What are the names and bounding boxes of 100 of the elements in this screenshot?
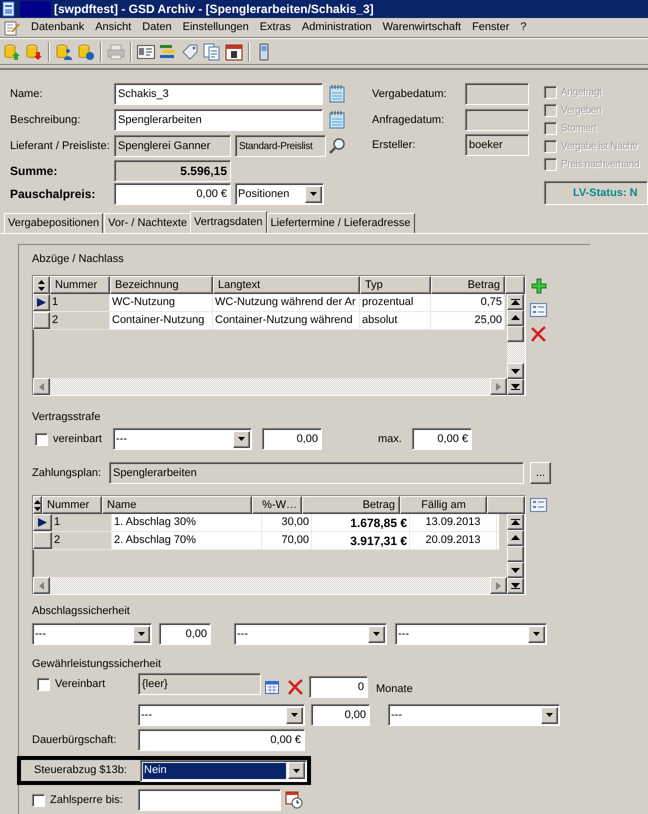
table-cell: 13.09.2013 xyxy=(410,514,497,531)
section-title: Abzüge / Nachlass xyxy=(32,253,124,265)
menu-item[interactable]: Ansicht xyxy=(95,19,132,36)
field-label: Dauerbürgschaft: xyxy=(32,732,118,748)
security-field[interactable]: 0,00 xyxy=(159,623,211,645)
scroll-top-button[interactable] xyxy=(507,294,524,310)
column-header[interactable]: Typ xyxy=(360,276,431,294)
date-field[interactable] xyxy=(465,109,529,131)
table-cell: 0,75 xyxy=(431,294,505,311)
security-type-dropdown[interactable]: --- xyxy=(32,623,152,645)
tax-deduction-dropdown[interactable]: Nein xyxy=(140,760,307,782)
column-header[interactable]: Betrag xyxy=(431,276,505,294)
guarantee-field[interactable]: 0,00 € xyxy=(138,729,305,751)
table-cell: absolut xyxy=(360,312,431,329)
checkbox[interactable] xyxy=(37,678,50,691)
column-header[interactable]: Bezeichnung xyxy=(110,276,213,294)
mode-dropdown[interactable]: Positionen xyxy=(235,183,324,205)
max-field[interactable]: 0,00 € xyxy=(412,428,472,450)
months-field[interactable]: 0 xyxy=(309,676,368,698)
status-box: LV-Status: N xyxy=(544,181,648,205)
add-icon[interactable] xyxy=(530,278,546,294)
column-header[interactable]: Nummer xyxy=(50,276,110,294)
column-header[interactable]: Nummer xyxy=(42,496,102,514)
menu-item[interactable]: Einstellungen xyxy=(182,19,249,36)
field-label: Monate xyxy=(376,682,413,697)
description-field[interactable]: Spenglerarbeiten xyxy=(114,109,323,131)
checkbox[interactable] xyxy=(35,432,48,446)
scrollbar[interactable] xyxy=(507,514,525,594)
sum-field[interactable]: 5.596,15 xyxy=(114,160,231,182)
table-cell: 1. Abschlag 30% xyxy=(112,514,262,531)
name-field[interactable]: Schakis_3 xyxy=(114,83,323,105)
scroll-up-button[interactable] xyxy=(507,530,524,546)
browse-button[interactable]: ... xyxy=(530,462,551,484)
table-cell: 2 xyxy=(50,312,110,329)
penalty-type-dropdown[interactable]: --- xyxy=(113,428,252,450)
list-icon[interactable] xyxy=(530,498,547,512)
scroll-up-button[interactable] xyxy=(507,310,524,326)
table-cell: Container-Nutzung während xyxy=(213,312,360,329)
field-label: Zahlungsplan: xyxy=(32,466,102,481)
column-header[interactable]: Fällig am xyxy=(400,496,487,514)
field-label: Lieferant / Preisliste: xyxy=(9,138,111,154)
block-date-field[interactable] xyxy=(138,789,281,811)
scroll-down-button[interactable] xyxy=(507,363,524,379)
checkbox[interactable] xyxy=(32,794,45,806)
warranty-dropdown[interactable]: --- xyxy=(388,704,560,726)
scroll-thumb[interactable] xyxy=(507,546,524,562)
price-list-field[interactable]: Standard-Preislist xyxy=(235,135,326,157)
tab[interactable]: Vergabepositionen xyxy=(4,213,104,233)
arrow-left-icon xyxy=(39,582,44,590)
notepad-icon[interactable] xyxy=(329,111,345,129)
row-indicator[interactable] xyxy=(33,312,50,329)
lump-sum-field[interactable]: 0,00 € xyxy=(114,183,231,205)
scroll-top-button[interactable] xyxy=(507,514,524,530)
date-field[interactable]: boeker xyxy=(465,134,529,156)
document-field[interactable]: {leer} xyxy=(138,673,261,695)
scroll-down-button[interactable] xyxy=(507,562,524,578)
tab[interactable]: Vertragsdaten xyxy=(190,211,267,233)
warranty-type-dropdown[interactable]: --- xyxy=(138,704,305,726)
menu-item[interactable]: Daten xyxy=(142,19,172,36)
horizontal-scrollbar[interactable] xyxy=(33,378,507,395)
tab[interactable]: Liefertermine / Lieferadresse xyxy=(266,213,415,233)
menu-item[interactable]: Datenbank xyxy=(31,19,84,36)
row-indicator[interactable] xyxy=(33,294,50,311)
document-edit-icon[interactable] xyxy=(4,20,20,36)
list-icon[interactable] xyxy=(530,303,547,317)
column-header[interactable]: Betrag xyxy=(302,496,400,514)
menu-item[interactable]: ? xyxy=(520,19,526,36)
window-title: [swpdftest] - GSD Archiv - [Spenglerarbeiten/Schakis_3] xyxy=(54,1,374,18)
scroll-bottom-button[interactable] xyxy=(507,379,524,395)
supplier-field[interactable]: Spenglerei Ganner xyxy=(114,135,231,157)
app-icon[interactable] xyxy=(1,1,17,17)
security-dropdown[interactable]: --- xyxy=(395,623,547,645)
notepad-icon[interactable] xyxy=(329,85,345,103)
current-row-icon xyxy=(38,518,47,527)
arrow-icon xyxy=(511,367,520,375)
calendar-clock-icon[interactable] xyxy=(285,791,303,809)
menu-item[interactable]: Fenster xyxy=(472,19,510,36)
scroll-bottom-button[interactable] xyxy=(507,578,524,594)
column-header[interactable]: %-W… xyxy=(252,496,302,514)
column-header[interactable]: Langtext xyxy=(213,276,360,294)
security-dropdown[interactable]: --- xyxy=(234,623,387,645)
delete-icon[interactable] xyxy=(530,326,547,342)
search-icon[interactable] xyxy=(328,137,346,155)
row-indicator[interactable] xyxy=(33,532,52,549)
penalty-field[interactable]: 0,00 xyxy=(262,428,322,450)
delete-icon[interactable] xyxy=(287,679,304,695)
warranty-field[interactable]: 0,00 xyxy=(311,704,370,726)
scroll-thumb[interactable] xyxy=(507,326,524,342)
menu-item[interactable]: Warenwirtschaft xyxy=(382,19,462,36)
arrow-right-icon xyxy=(496,582,501,590)
horizontal-scrollbar[interactable] xyxy=(33,577,507,594)
scrollbar[interactable] xyxy=(507,294,525,395)
menu-item[interactable]: Administration xyxy=(302,19,372,36)
column-header[interactable]: Name xyxy=(102,496,252,514)
menu-item[interactable]: Extras xyxy=(260,19,291,36)
row-indicator[interactable] xyxy=(33,514,52,531)
date-field[interactable] xyxy=(465,83,529,105)
field-label: Ersteller: xyxy=(372,138,416,153)
payment-plan-field[interactable]: Spenglerarbeiten xyxy=(109,462,524,484)
table-cell: 25,00 xyxy=(431,312,505,329)
